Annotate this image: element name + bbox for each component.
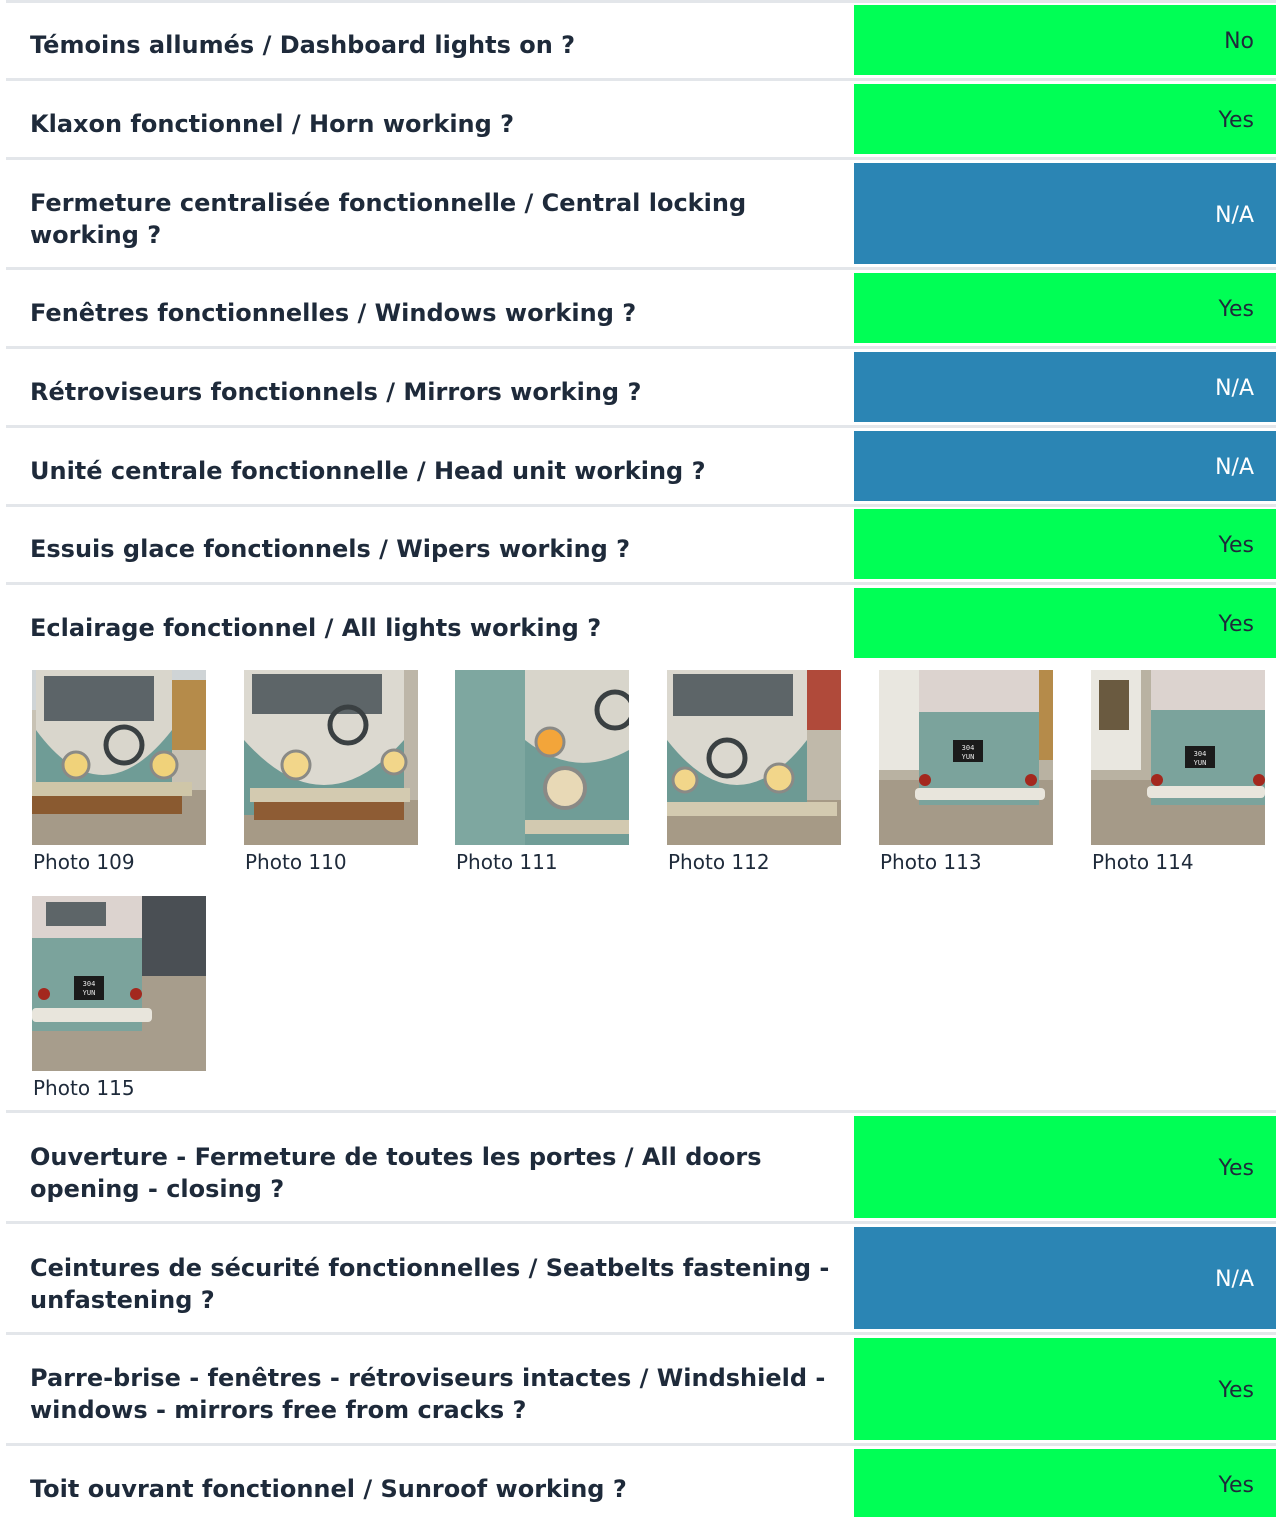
photo-thumbnail[interactable]: 304 YUN <box>1091 670 1265 845</box>
photo-thumbnail[interactable] <box>244 670 418 845</box>
check-answer-head-unit: N/A <box>854 431 1276 501</box>
check-question-dashboard-lights: Témoins allumés / Dashboard lights on ? <box>30 31 576 59</box>
check-answer-central-locking: N/A <box>854 163 1276 264</box>
row-divider <box>6 504 1276 507</box>
check-question-head-unit: Unité centrale fonctionnelle / Head unit… <box>30 457 706 485</box>
photo-caption: Photo 109 <box>33 850 135 874</box>
row-divider <box>6 582 1276 585</box>
check-question-windows: Fenêtres fonctionnelles / Windows workin… <box>30 299 637 327</box>
photo-card[interactable]: 304 YUN Photo 114 <box>1091 670 1267 874</box>
check-question-seatbelts: Ceintures de sécurité fonctionnelles / S… <box>30 1254 830 1314</box>
photo-caption: Photo 112 <box>668 850 770 874</box>
photo-card[interactable]: Photo 109 <box>32 670 208 874</box>
check-answer-dashboard-lights: No <box>854 5 1276 75</box>
photo-card[interactable]: 304 YUN Photo 113 <box>879 670 1055 874</box>
row-divider <box>6 425 1276 428</box>
check-question-horn: Klaxon fonctionnel / Horn working ? <box>30 110 515 138</box>
rear-plate-letters: YUN <box>83 989 96 997</box>
row-divider <box>6 1221 1276 1224</box>
check-question-doors: Ouverture - Fermeture de toutes les port… <box>30 1143 762 1203</box>
check-answer-windshield: Yes <box>854 1338 1276 1440</box>
photo-thumbnail[interactable]: 304 YUN <box>879 670 1053 845</box>
check-question-mirrors: Rétroviseurs fonctionnels / Mirrors work… <box>30 378 642 406</box>
photo-thumbnail[interactable]: 304 YUN <box>32 896 206 1071</box>
check-answer-sunroof: Yes <box>854 1449 1276 1517</box>
check-question-windshield: Parre-brise - fenêtres - rétroviseurs in… <box>30 1364 826 1424</box>
rear-plate-number: 304 <box>1194 750 1207 758</box>
rear-plate-letters: YUN <box>962 753 975 761</box>
check-question-sunroof: Toit ouvrant fonctionnel / Sunroof worki… <box>30 1475 627 1503</box>
photo-caption: Photo 110 <box>245 850 347 874</box>
row-divider <box>6 157 1276 160</box>
row-divider <box>6 1110 1276 1113</box>
check-question-central-locking: Fermeture centralisée fonctionnelle / Ce… <box>30 189 747 249</box>
check-question-wipers: Essuis glace fonctionnels / Wipers worki… <box>30 535 631 563</box>
rear-plate-letters: YUN <box>1194 759 1207 767</box>
check-question-all-lights: Eclairage fonctionnel / All lights worki… <box>30 614 602 642</box>
photo-caption: Photo 113 <box>880 850 982 874</box>
row-divider <box>6 0 1276 3</box>
check-answer-seatbelts: N/A <box>854 1227 1276 1329</box>
photo-caption: Photo 114 <box>1092 850 1194 874</box>
photo-caption: Photo 111 <box>456 850 558 874</box>
row-divider <box>6 346 1276 349</box>
photo-card[interactable]: 304 YUN Photo 115 <box>32 896 208 1100</box>
photo-thumbnail[interactable] <box>32 670 206 845</box>
rear-plate-number: 304 <box>962 744 975 752</box>
photo-thumbnail[interactable] <box>667 670 841 845</box>
photo-card[interactable]: Photo 111 <box>455 670 631 874</box>
row-divider <box>6 267 1276 270</box>
check-answer-horn: Yes <box>854 84 1276 154</box>
photo-card[interactable]: Photo 110 <box>244 670 420 874</box>
check-answer-doors: Yes <box>854 1116 1276 1218</box>
row-divider <box>6 78 1276 81</box>
check-answer-windows: Yes <box>854 273 1276 343</box>
photo-caption: Photo 115 <box>33 1076 135 1100</box>
check-answer-wipers: Yes <box>854 509 1276 579</box>
check-answer-all-lights: Yes <box>854 588 1276 658</box>
row-divider <box>6 1332 1276 1335</box>
photo-thumbnail[interactable] <box>455 670 629 845</box>
photo-card[interactable]: Photo 112 <box>667 670 843 874</box>
row-divider <box>6 1443 1276 1446</box>
check-answer-mirrors: N/A <box>854 352 1276 422</box>
rear-plate-number: 304 <box>83 980 96 988</box>
